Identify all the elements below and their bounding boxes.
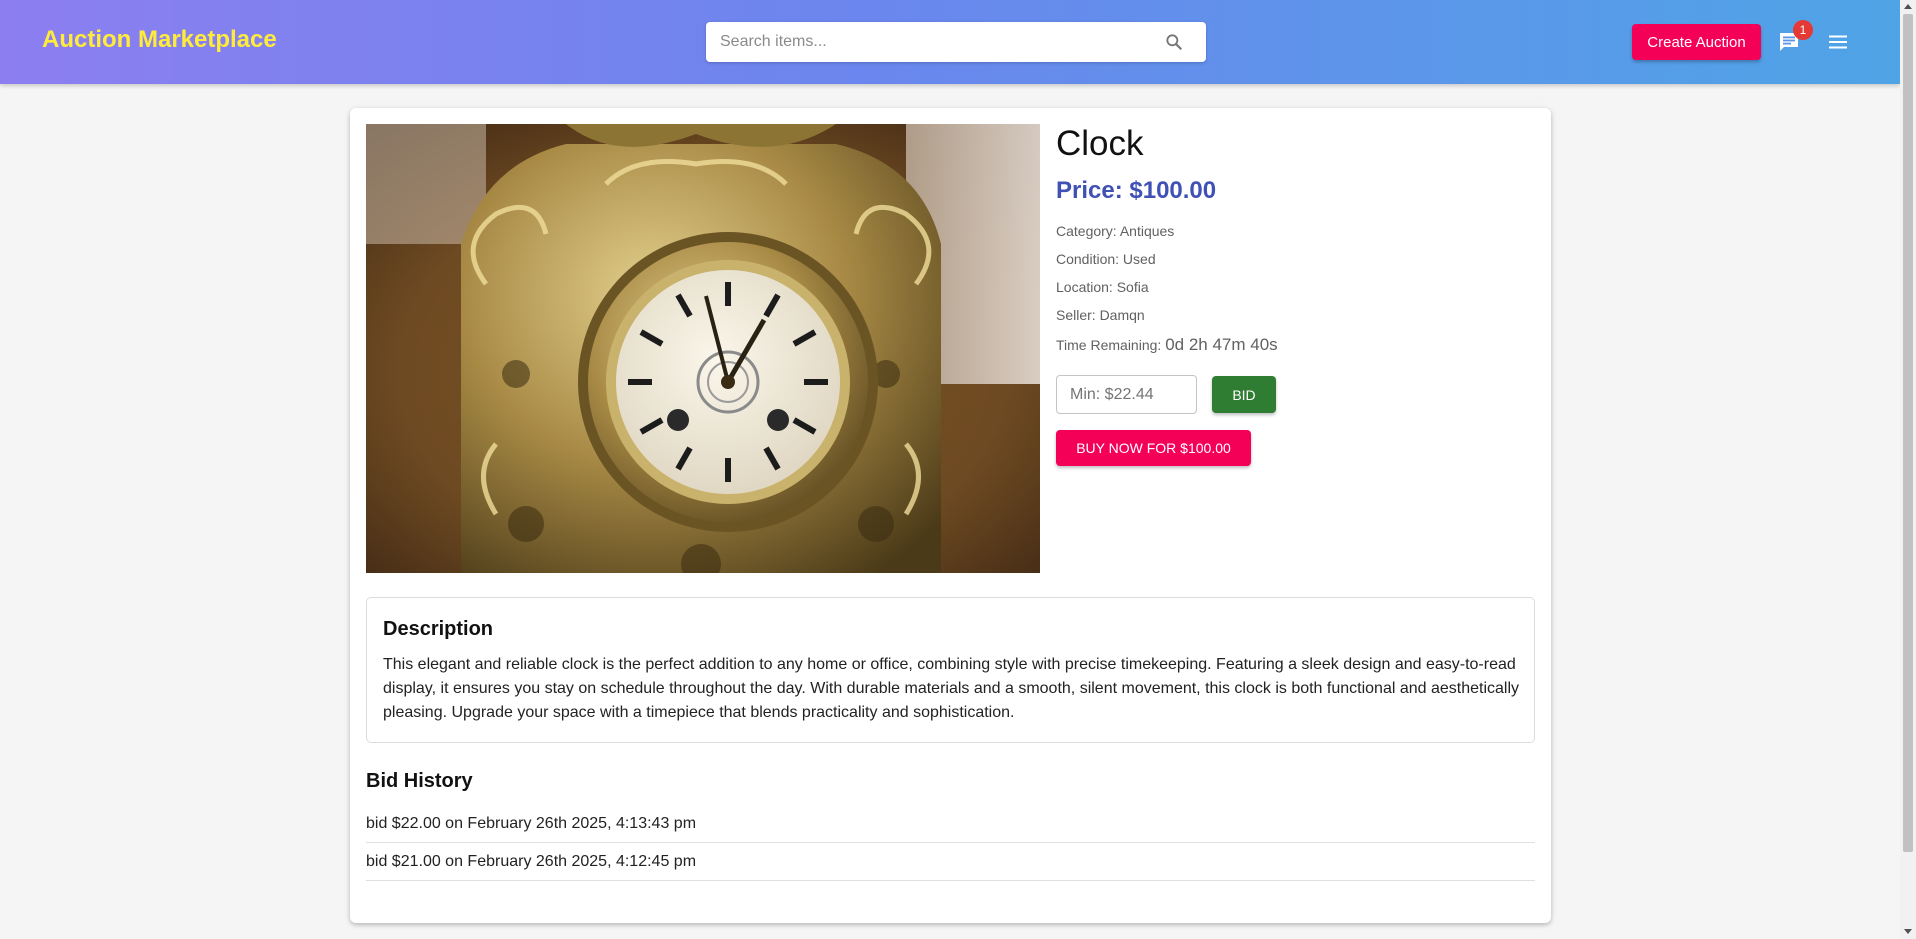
brand-logo[interactable]: Auction Marketplace — [42, 26, 277, 54]
bid-history-row: bid $22.00 on February 26th 2025, 4:13:4… — [366, 805, 1535, 843]
bid-history-row: bid $21.00 on February 26th 2025, 4:12:4… — [366, 843, 1535, 881]
page-scrollbar[interactable] — [1900, 0, 1916, 939]
clock-photo-illustration — [366, 124, 1040, 573]
buy-now-button[interactable]: BUY NOW FOR $100.00 — [1056, 430, 1251, 466]
item-detail-card: Clock Price: $100.00 Category: Antiques … — [350, 108, 1551, 923]
item-category: Category: Antiques — [1056, 223, 1175, 239]
search-icon[interactable] — [1164, 32, 1184, 52]
description-panel: Description This elegant and reliable cl… — [366, 597, 1535, 743]
description-heading: Description — [383, 618, 494, 640]
place-bid-button[interactable]: BID — [1212, 376, 1276, 413]
bid-amount-input[interactable] — [1056, 375, 1197, 414]
app-header: Auction Marketplace Create Auction 1 — [0, 0, 1900, 84]
description-text: This elegant and reliable clock is the p… — [383, 656, 1520, 721]
item-location: Location: Sofia — [1056, 279, 1149, 295]
scroll-thumb[interactable] — [1903, 14, 1913, 852]
item-condition: Condition: Used — [1056, 251, 1156, 267]
time-remaining: Time Remaining: 0d 2h 47m 40s — [1056, 335, 1278, 355]
create-auction-button[interactable]: Create Auction — [1632, 24, 1761, 60]
item-title: Clock — [1056, 124, 1144, 163]
item-price: Price: $100.00 — [1056, 177, 1217, 204]
time-remaining-value: 0d 2h 47m 40s — [1165, 335, 1278, 354]
time-remaining-label: Time Remaining: — [1056, 337, 1166, 353]
scroll-up-arrow-icon[interactable] — [1904, 4, 1912, 9]
item-image — [366, 124, 1040, 573]
search-input[interactable] — [706, 22, 1146, 62]
messages-button[interactable]: 1 — [1777, 20, 1813, 54]
bid-history-heading: Bid History — [366, 770, 473, 792]
item-seller: Seller: Damqn — [1056, 307, 1145, 323]
message-count-badge: 1 — [1793, 20, 1813, 40]
scroll-down-arrow-icon[interactable] — [1904, 929, 1912, 934]
menu-icon[interactable] — [1826, 30, 1850, 54]
search-bar — [706, 22, 1206, 62]
